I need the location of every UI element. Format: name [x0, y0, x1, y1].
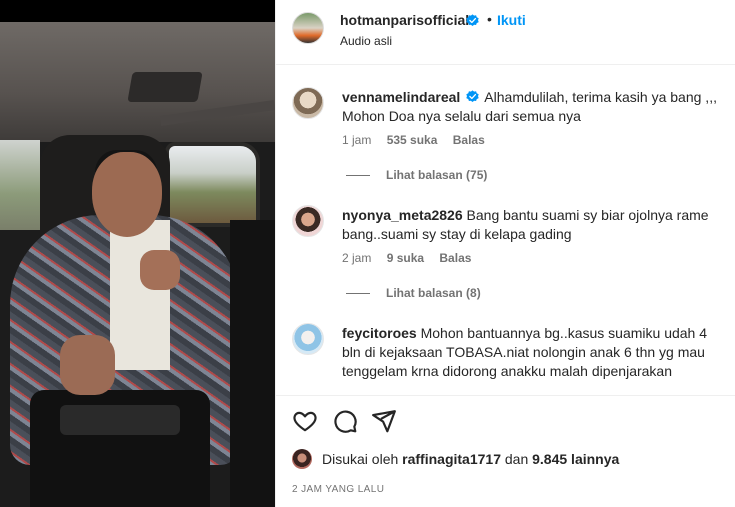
likes-prefix: Disukai oleh — [322, 451, 399, 467]
likes-text: Disukai oleh raffinagita1717 dan 9.845 l… — [322, 451, 619, 467]
car-window-left — [0, 140, 40, 230]
comment-body: nyonya_meta2826 Bang bantu suami sy biar… — [342, 206, 722, 244]
comment-username[interactable]: feycitoroes — [342, 325, 417, 341]
post-panel: hotmanparisofficial • Ikuti Audio asli v… — [275, 0, 735, 507]
comment-time[interactable]: 2 jam — [342, 251, 371, 265]
post-actions: Disukai oleh raffinagita1717 dan 9.845 l… — [276, 395, 735, 495]
reply-button[interactable]: Balas — [453, 133, 485, 147]
person-shirt — [110, 220, 170, 370]
liker-username[interactable]: raffinagita1717 — [402, 451, 501, 467]
reply-button[interactable]: Balas — [439, 251, 471, 265]
person-hand — [60, 335, 115, 395]
follow-button[interactable]: Ikuti — [497, 12, 526, 28]
view-replies-button[interactable]: Lihat balasan (75) — [346, 168, 487, 182]
media-top-bar — [0, 0, 275, 22]
replies-divider — [346, 175, 370, 177]
author-avatar[interactable] — [292, 12, 324, 44]
comment-meta: 1 jam 535 suka Balas — [342, 133, 497, 147]
post-header: hotmanparisofficial • Ikuti Audio asli — [276, 0, 735, 65]
likes-conjunction: dan — [504, 451, 529, 467]
audio-label[interactable]: Audio asli — [340, 34, 392, 48]
share-icon[interactable] — [371, 408, 397, 434]
comment-username[interactable]: vennamelindareal — [342, 89, 460, 105]
replies-divider — [346, 293, 370, 295]
author-username[interactable]: hotmanparisofficial — [340, 12, 469, 28]
liker-avatar[interactable] — [292, 449, 312, 469]
commenter-avatar[interactable] — [292, 87, 324, 119]
header-separator: • — [487, 11, 492, 27]
verified-badge-icon — [466, 14, 479, 27]
heart-icon[interactable] — [292, 408, 318, 434]
post-timestamp[interactable]: 2 JAM YANG LALU — [292, 484, 384, 495]
comment-likes[interactable]: 9 suka — [387, 251, 424, 265]
post-media[interactable] — [0, 0, 275, 507]
comment-item: nyonya_meta2826 Bang bantu suami sy biar… — [276, 205, 735, 315]
comment-item: vennamelindareal Alhamdulilah, terima ka… — [276, 87, 735, 197]
likes-count[interactable]: 9.845 lainnya — [532, 451, 619, 467]
person-hand-raised — [140, 250, 180, 290]
person-head — [92, 152, 162, 237]
car-ceiling-light — [127, 72, 203, 102]
comment-meta: 2 jam 9 suka Balas — [342, 251, 483, 265]
car-window-right — [165, 142, 260, 227]
comment-icon[interactable] — [332, 408, 358, 434]
comment-body: feycitoroes Mohon bantuannya bg..kasus s… — [342, 324, 722, 381]
view-replies-label: Lihat balasan (8) — [386, 286, 481, 300]
comment-username[interactable]: nyonya_meta2826 — [342, 207, 463, 223]
comment-body: vennamelindareal Alhamdulilah, terima ka… — [342, 88, 722, 126]
verified-badge-icon — [466, 90, 479, 103]
view-replies-label: Lihat balasan (75) — [386, 168, 488, 182]
car-console — [60, 405, 180, 435]
view-replies-button[interactable]: Lihat balasan (8) — [346, 286, 481, 300]
car-door-shadow — [230, 220, 275, 507]
comment-time[interactable]: 1 jam — [342, 133, 371, 147]
comment-item: feycitoroes Mohon bantuannya bg..kasus s… — [276, 323, 735, 393]
commenter-avatar[interactable] — [292, 323, 324, 355]
comment-likes[interactable]: 535 suka — [387, 133, 438, 147]
commenter-avatar[interactable] — [292, 205, 324, 237]
